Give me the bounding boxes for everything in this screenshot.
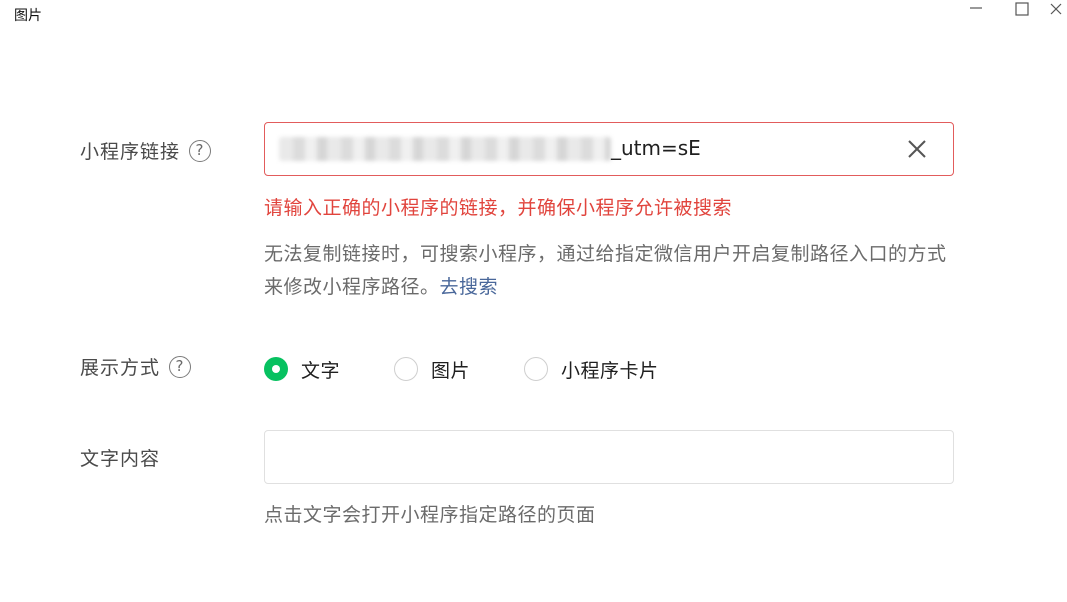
redacted-link-prefix bbox=[279, 137, 611, 161]
radio-unchecked-icon[interactable] bbox=[394, 357, 419, 381]
maximize-icon bbox=[1015, 2, 1029, 16]
text-content-label-text: 文字内容 bbox=[80, 448, 161, 470]
radio-option-mini-program-card[interactable]: 小程序卡片 bbox=[524, 356, 659, 383]
clear-x-icon[interactable] bbox=[905, 137, 929, 161]
mini-program-link-label: 小程序链接 ? bbox=[80, 137, 212, 164]
window-controls bbox=[953, 0, 1067, 20]
mini-program-link-value: _utm=sE bbox=[611, 136, 701, 160]
link-error-message: 请输入正确的小程序的链接，并确保小程序允许被搜索 bbox=[264, 197, 733, 219]
question-circle-icon[interactable]: ? bbox=[189, 139, 212, 162]
display-mode-radio-group: 文字 图片 小程序卡片 bbox=[264, 355, 713, 383]
maximize-button[interactable] bbox=[999, 0, 1045, 20]
mini-program-link-label-text: 小程序链接 bbox=[80, 141, 181, 163]
display-mode-label-text: 展示方式 bbox=[80, 357, 161, 379]
text-content-input[interactable] bbox=[264, 430, 954, 484]
link-hint-text: 无法复制链接时，可搜索小程序，通过给指定微信用户开启复制路径入口的方式来修改小程… bbox=[264, 243, 947, 298]
radio-unchecked-icon[interactable] bbox=[524, 357, 549, 381]
window-title: 图片 bbox=[14, 8, 42, 24]
radio-label-mini-program-card: 小程序卡片 bbox=[561, 359, 659, 382]
question-circle-icon[interactable]: ? bbox=[169, 355, 192, 378]
close-window-button[interactable] bbox=[1045, 0, 1067, 20]
close-icon bbox=[1050, 3, 1062, 15]
minimize-button[interactable] bbox=[953, 0, 999, 20]
radio-label-text: 文字 bbox=[301, 359, 341, 382]
text-content-help: 点击文字会打开小程序指定路径的页面 bbox=[264, 504, 596, 526]
radio-option-text[interactable]: 文字 bbox=[264, 356, 340, 383]
radio-label-image: 图片 bbox=[431, 359, 471, 382]
mini-program-link-input[interactable]: _utm=sE bbox=[264, 122, 954, 176]
link-hint: 无法复制链接时，可搜索小程序，通过给指定微信用户开启复制路径入口的方式来修改小程… bbox=[264, 238, 954, 304]
minimize-icon bbox=[970, 7, 982, 9]
radio-checked-icon[interactable] bbox=[264, 357, 288, 381]
display-mode-label: 展示方式 ? bbox=[80, 353, 192, 380]
go-search-link[interactable]: 去搜索 bbox=[440, 276, 499, 298]
text-content-label: 文字内容 bbox=[80, 444, 160, 471]
radio-option-image[interactable]: 图片 bbox=[394, 356, 470, 383]
